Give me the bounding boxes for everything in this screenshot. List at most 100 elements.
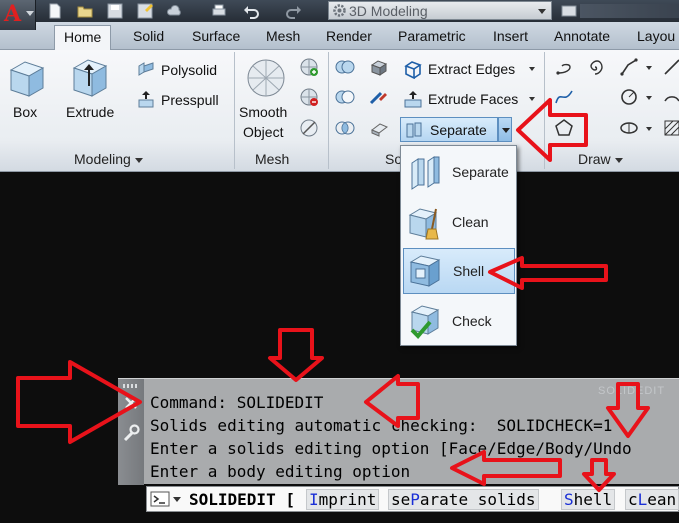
redo-icon[interactable]	[285, 2, 303, 20]
save-as-icon[interactable]	[136, 2, 154, 20]
command-input[interactable]: SOLIDEDIT [ Imprint seParate solids Shel…	[146, 486, 679, 512]
spiral-icon[interactable]	[585, 57, 607, 79]
polyline-icon[interactable]	[619, 57, 641, 79]
autocad-logo-icon: A	[4, 1, 22, 27]
dropdown-item-check[interactable]: Check	[403, 298, 515, 344]
chevron-down-icon	[614, 157, 623, 163]
wrench-icon[interactable]	[121, 423, 141, 443]
ribbon-tab-strip: Home Solid Surface Mesh Render Parametri…	[0, 22, 679, 51]
mesh-remove-icon[interactable]	[299, 87, 321, 109]
extrude-faces-dropdown[interactable]	[528, 88, 536, 110]
helix-icon[interactable]	[554, 57, 576, 79]
cloud-icon[interactable]	[166, 2, 184, 20]
circle-dropdown[interactable]	[645, 87, 653, 109]
box-button[interactable]	[5, 56, 49, 100]
circle-icon[interactable]	[619, 87, 641, 109]
command-window-grip[interactable]	[118, 379, 144, 485]
tab-annotate[interactable]: Annotate	[554, 28, 610, 44]
polyline-dropdown[interactable]	[645, 57, 653, 79]
share-icon[interactable]	[560, 2, 578, 20]
extract-edges-icon	[404, 61, 422, 79]
application-menu-button[interactable]: A	[0, 0, 36, 30]
close-icon[interactable]	[121, 393, 141, 413]
mesh-crease-icon[interactable]	[299, 118, 321, 140]
extrude-label: Extrude	[66, 104, 115, 120]
dropdown-item-label: Separate	[452, 164, 509, 180]
smooth-object-button[interactable]	[244, 56, 288, 100]
option-shell[interactable]: Shell	[561, 489, 616, 510]
check-icon	[410, 305, 440, 339]
workspace-selector[interactable]: 3D Modeling	[328, 1, 552, 20]
dropdown-item-separate[interactable]: Separate	[403, 149, 515, 195]
modeling-panel-title[interactable]: Modeling	[74, 151, 143, 167]
workspace-gear-icon	[332, 3, 347, 18]
polysolid-label: Polysolid	[161, 62, 218, 78]
separate-label: Separate	[430, 121, 487, 138]
open-icon[interactable]	[76, 2, 94, 20]
command-prompt-icon[interactable]	[150, 490, 170, 508]
box-label: Box	[13, 104, 38, 120]
separate-button[interactable]: Separate	[400, 117, 498, 142]
solid-editing-dropdown-menu: Separate Clean Shell Check	[400, 145, 517, 346]
smooth-label-2: Object	[243, 124, 284, 140]
line-icon[interactable]	[662, 57, 679, 79]
plot-icon[interactable]	[210, 2, 228, 20]
option-imprint[interactable]: Imprint	[306, 489, 380, 510]
hatch-icon[interactable]	[662, 118, 679, 140]
union-icon[interactable]	[335, 57, 357, 79]
mesh-add-icon[interactable]	[299, 57, 321, 79]
quick-access-toolbar: A 3D Modeling	[0, 0, 679, 30]
subtract-icon[interactable]	[335, 87, 357, 109]
title-bar-area	[580, 4, 679, 18]
extrude-faces-label: Extrude Faces	[428, 91, 519, 107]
extract-edges-button[interactable]: Extract Edges	[403, 58, 515, 80]
ellipse-icon[interactable]	[619, 118, 641, 140]
ribbon-home: Box Extrude Polysolid Presspull Modeling…	[0, 50, 679, 172]
extrude-button[interactable]	[68, 56, 112, 100]
undo-icon[interactable]	[242, 2, 260, 20]
separate-dropdown-arrow[interactable]	[498, 117, 512, 142]
new-icon[interactable]	[46, 2, 64, 20]
tab-insert[interactable]: Insert	[493, 28, 528, 44]
box-icon	[9, 61, 45, 97]
presspull-button[interactable]: Presspull	[136, 89, 219, 111]
polysolid-button[interactable]: Polysolid	[136, 59, 217, 81]
interfere-icon[interactable]	[369, 57, 391, 79]
tab-render[interactable]: Render	[326, 28, 372, 44]
extrude-faces-button[interactable]: Extrude Faces	[403, 88, 518, 110]
annotation-arrow	[268, 328, 324, 382]
ellipse-dropdown[interactable]	[645, 118, 653, 140]
app-menu-chevron-icon	[26, 11, 34, 16]
extrude-icon	[72, 59, 108, 97]
tab-layout[interactable]: Layou	[637, 28, 675, 44]
command-line: Enter a solids editing option [Face/Edge…	[150, 439, 632, 458]
option-clean[interactable]: cLean	[625, 489, 679, 510]
extrude-faces-icon	[404, 91, 422, 108]
smooth-object-icon	[247, 59, 285, 97]
spline-icon[interactable]	[554, 87, 576, 109]
arc-icon[interactable]	[662, 87, 679, 109]
polygon-icon[interactable]	[554, 118, 576, 140]
chevron-down-icon[interactable]	[173, 497, 181, 502]
tab-solid[interactable]: Solid	[133, 28, 164, 44]
command-line: Solids editing automatic checking: SOLID…	[150, 416, 613, 435]
smooth-label-1: Smooth	[239, 104, 288, 120]
slice-icon[interactable]	[369, 87, 391, 109]
thicken-icon[interactable]	[369, 118, 391, 140]
tab-surface[interactable]: Surface	[192, 28, 240, 44]
option-separate-solids[interactable]: seParate solids	[388, 489, 539, 510]
extract-edges-dropdown[interactable]	[528, 58, 536, 80]
mesh-panel-title[interactable]: Mesh	[255, 151, 289, 167]
tab-mesh[interactable]: Mesh	[266, 28, 300, 44]
tab-home[interactable]: Home	[54, 25, 112, 51]
dropdown-item-shell[interactable]: Shell	[403, 248, 515, 294]
dropdown-item-clean[interactable]: Clean	[403, 199, 515, 245]
dropdown-item-label: Check	[452, 313, 492, 329]
separate-icon	[411, 156, 440, 190]
tab-parametric[interactable]: Parametric	[398, 28, 466, 44]
shell-icon	[409, 255, 441, 287]
command-input-text: SOLIDEDIT [	[189, 490, 295, 509]
save-icon[interactable]	[106, 2, 124, 20]
intersect-icon[interactable]	[335, 118, 357, 140]
draw-panel-title[interactable]: Draw	[578, 151, 623, 167]
